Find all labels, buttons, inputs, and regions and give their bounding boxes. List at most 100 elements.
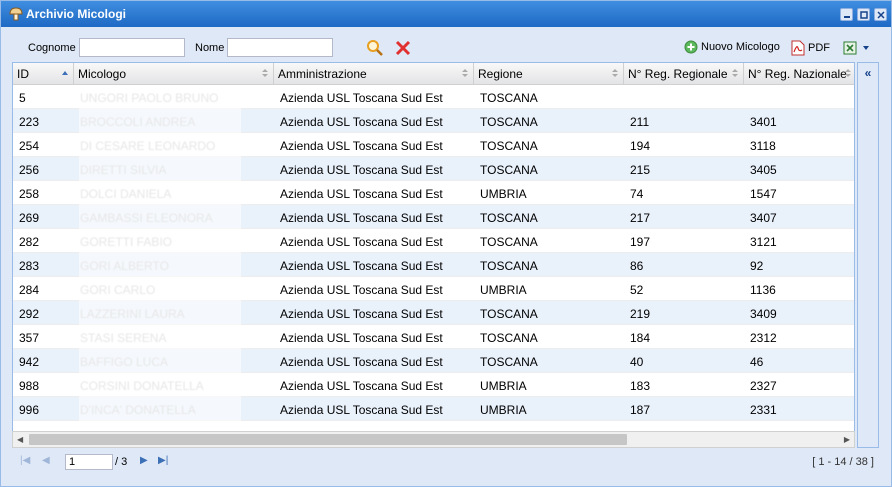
column-header-label: N° Reg. Regionale	[628, 67, 728, 81]
name-input[interactable]	[227, 38, 333, 57]
table-cell-id: 223	[19, 115, 40, 129]
collapsed-side-panel: «	[857, 62, 879, 448]
column-header-id[interactable]: ID	[13, 63, 74, 85]
add-icon	[684, 40, 698, 54]
surname-input[interactable]	[79, 38, 185, 57]
sort-icon	[732, 69, 738, 77]
table-cell-region: TOSCANA	[480, 331, 538, 345]
table-cell-naz: 3405	[750, 163, 777, 177]
first-page-icon[interactable]: |◀	[20, 455, 30, 466]
surname-label: Cognome	[28, 42, 76, 54]
page-number-input[interactable]	[65, 454, 113, 470]
column-header-label: Regione	[478, 67, 523, 81]
last-page-icon[interactable]: ▶|	[158, 455, 168, 466]
table-cell-admin: Azienda USL Toscana Sud Est	[280, 403, 443, 417]
column-header-reg-nazionale[interactable]: N° Reg. Nazionale	[744, 63, 854, 85]
table-cell-reg: 215	[630, 163, 651, 177]
scrollbar-thumb[interactable]	[29, 434, 627, 445]
table-cell-reg: 217	[630, 211, 651, 225]
table-cell-id: 357	[19, 331, 40, 345]
table-cell-reg: 187	[630, 403, 651, 417]
next-page-icon[interactable]: ▶	[140, 455, 148, 466]
minimize-icon	[844, 16, 850, 18]
close-button[interactable]	[874, 8, 887, 21]
table-cell-region: TOSCANA	[480, 139, 538, 153]
table-cell-admin: Azienda USL Toscana Sud Est	[280, 187, 443, 201]
window-title: Archivio Micologi	[26, 7, 127, 21]
paging-info: [ 1 - 14 / 38 ]	[812, 456, 874, 468]
table-cell-admin: Azienda USL Toscana Sud Est	[280, 307, 443, 321]
paging-toolbar: |◀ ◀ / 3 ▶ ▶| [ 1 - 14 / 38 ]	[12, 450, 878, 474]
column-header-reg-regionale[interactable]: N° Reg. Regionale	[624, 63, 744, 85]
table-cell-naz: 2327	[750, 379, 777, 393]
table-cell-naz: 3121	[750, 235, 777, 249]
expand-panel-icon[interactable]: «	[861, 67, 875, 81]
table-cell-reg: 184	[630, 331, 651, 345]
table-cell-naz: 46	[750, 355, 764, 369]
mushroom-icon	[9, 7, 23, 21]
table-cell-region: TOSCANA	[480, 235, 538, 249]
column-header-regione[interactable]: Regione	[474, 63, 624, 85]
pdf-icon	[791, 40, 805, 56]
table-cell-admin: Azienda USL Toscana Sud Est	[280, 235, 443, 249]
excel-export-button[interactable]	[843, 40, 870, 56]
table-cell-admin: Azienda USL Toscana Sud Est	[280, 163, 443, 177]
column-header-label: N° Reg. Nazionale	[748, 67, 847, 81]
scroll-right-icon[interactable]: ▶	[844, 435, 850, 444]
table-cell-region: UMBRIA	[480, 283, 527, 297]
privacy-blur-overlay	[79, 85, 241, 431]
table-cell-admin: Azienda USL Toscana Sud Est	[280, 115, 443, 129]
sort-icon	[462, 69, 468, 77]
table-cell-region: TOSCANA	[480, 259, 538, 273]
total-pages: / 3	[115, 456, 128, 468]
column-header-label: ID	[17, 67, 29, 81]
close-icon	[877, 11, 885, 19]
name-label: Nome	[195, 42, 225, 54]
table-cell-naz: 3401	[750, 115, 777, 129]
table-cell-region: UMBRIA	[480, 187, 527, 201]
maximize-icon	[860, 11, 868, 19]
table-cell-id: 942	[19, 355, 40, 369]
search-button[interactable]	[366, 39, 384, 57]
table-cell-id: 254	[19, 139, 40, 153]
table-cell-region: TOSCANA	[480, 163, 538, 177]
clear-filter-button[interactable]	[394, 39, 412, 57]
table-cell-reg: 211	[630, 115, 650, 129]
new-micologo-label: Nuovo Micologo	[701, 41, 780, 53]
maximize-button[interactable]	[857, 8, 870, 21]
table-cell-reg: 219	[630, 307, 651, 321]
table-cell-id: 256	[19, 163, 40, 177]
table-cell-id: 996	[19, 403, 40, 417]
table-cell-admin: Azienda USL Toscana Sud Est	[280, 259, 443, 273]
table-cell-naz: 3409	[750, 307, 777, 321]
column-header-amministrazione[interactable]: Amministrazione	[274, 63, 474, 85]
table-cell-id: 292	[19, 307, 40, 321]
excel-icon	[843, 41, 857, 55]
table-cell-reg: 183	[630, 379, 651, 393]
grid-header: ID Micologo Amministrazione Regione N° R…	[13, 63, 854, 85]
table-cell-id: 284	[19, 283, 40, 297]
new-micologo-button[interactable]: Nuovo Micologo	[684, 40, 780, 54]
column-header-label: Micologo	[78, 67, 127, 81]
table-cell-admin: Azienda USL Toscana Sud Est	[280, 355, 443, 369]
horizontal-scrollbar[interactable]: ◀ ▶	[12, 431, 855, 448]
scroll-left-icon[interactable]: ◀	[17, 435, 23, 444]
prev-page-icon[interactable]: ◀	[42, 455, 50, 466]
table-cell-naz: 1136	[750, 283, 776, 297]
table-cell-id: 258	[19, 187, 40, 201]
table-cell-region: TOSCANA	[480, 211, 538, 225]
pdf-export-label: PDF	[808, 42, 830, 54]
sort-icon	[845, 69, 851, 77]
column-header-micologo[interactable]: Micologo	[74, 63, 274, 85]
table-cell-admin: Azienda USL Toscana Sud Est	[280, 379, 443, 393]
table-cell-admin: Azienda USL Toscana Sud Est	[280, 331, 443, 345]
window-titlebar[interactable]: Archivio Micologi	[1, 1, 891, 27]
pdf-export-button[interactable]: PDF	[791, 40, 830, 56]
micologi-grid: ID Micologo Amministrazione Regione N° R…	[12, 62, 855, 448]
table-cell-region: TOSCANA	[480, 115, 538, 129]
table-cell-reg: 197	[630, 235, 651, 249]
table-cell-admin: Azienda USL Toscana Sud Est	[280, 283, 443, 297]
table-cell-id: 269	[19, 211, 40, 225]
minimize-button[interactable]	[840, 8, 853, 21]
table-cell-region: UMBRIA	[480, 403, 527, 417]
